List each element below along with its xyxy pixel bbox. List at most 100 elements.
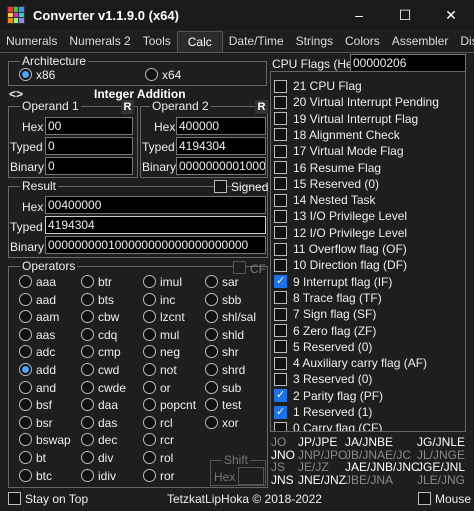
cpu-flag-row[interactable]: 20 Virtual Interrupt Pending xyxy=(274,94,456,110)
swap-operands-button[interactable]: <> xyxy=(9,87,23,101)
tab-assembler[interactable]: Assembler xyxy=(386,31,455,52)
operator-radio-aad[interactable] xyxy=(19,293,32,306)
cpu-flag-checkbox[interactable] xyxy=(274,388,287,403)
cpu-flag-checkbox[interactable] xyxy=(274,356,287,370)
operator-radio-rcr[interactable] xyxy=(143,433,156,446)
cpu-flag-checkbox[interactable] xyxy=(274,177,287,191)
cpu-flag-checkbox[interactable] xyxy=(274,161,287,174)
result-hex-field[interactable]: 00400000 xyxy=(45,196,266,214)
x86-radio[interactable] xyxy=(19,68,32,81)
cpu-flag-row[interactable]: 0 Carry flag (CF) xyxy=(274,420,456,431)
cpu-flag-row[interactable]: 15 Reserved (0) xyxy=(274,176,456,192)
x64-radio[interactable] xyxy=(145,68,158,81)
operator-radio-add[interactable] xyxy=(19,363,32,376)
shift-field[interactable] xyxy=(238,467,264,485)
cpu-flag-row[interactable]: 21 CPU Flag xyxy=(274,78,456,94)
operator-radio-inc[interactable] xyxy=(143,293,156,306)
operator-radio-bt[interactable] xyxy=(19,451,32,464)
operator-radio-lzcnt[interactable] xyxy=(143,310,156,323)
operator-radio-bsf[interactable] xyxy=(19,398,32,411)
operand-1-typed-field[interactable]: 0 xyxy=(45,137,133,155)
operator-radio-rcl[interactable] xyxy=(143,416,156,429)
tab-colors[interactable]: Colors xyxy=(339,31,386,52)
cpu-flag-checkbox[interactable] xyxy=(274,405,287,419)
operator-radio-cwd[interactable] xyxy=(81,363,94,376)
cpu-flag-row[interactable]: 1 Reserved (1) xyxy=(274,404,456,420)
cpu-flag-row[interactable]: 9 Interrupt flag (IF) xyxy=(274,274,456,290)
signed-checkbox[interactable] xyxy=(214,180,227,193)
result-binary-field[interactable]: 000000000100000000000000000000 xyxy=(45,236,266,254)
cpu-flag-checkbox[interactable] xyxy=(274,372,287,386)
cpu-flag-checkbox[interactable] xyxy=(274,242,287,256)
operator-radio-btr[interactable] xyxy=(81,275,94,288)
operator-radio-popcnt[interactable] xyxy=(143,398,156,411)
operator-radio-test[interactable] xyxy=(205,398,218,411)
cpu-flag-checkbox[interactable] xyxy=(274,340,287,354)
cpu-flag-checkbox[interactable] xyxy=(274,128,287,142)
operator-radio-dec[interactable] xyxy=(81,433,94,446)
operator-radio-rol[interactable] xyxy=(143,451,156,464)
operator-radio-shr[interactable] xyxy=(205,345,218,358)
operator-radio-bts[interactable] xyxy=(81,293,94,306)
operator-radio-ror[interactable] xyxy=(143,469,156,482)
operand-2-typed-field[interactable]: 4194304 xyxy=(176,137,266,155)
tab-numerals-2[interactable]: Numerals 2 xyxy=(63,31,136,52)
cpu-flag-row[interactable]: 17 Virtual Mode Flag xyxy=(274,143,456,159)
operand-2-hex-field[interactable]: 400000 xyxy=(176,117,266,135)
cpu-flag-checkbox[interactable] xyxy=(274,307,287,321)
operand-1-reset-button[interactable]: R xyxy=(121,100,134,114)
cpu-flag-row[interactable]: 19 Virtual Interrupt Flag xyxy=(274,111,456,127)
cpu-flag-row[interactable]: 13 I/O Privilege Level xyxy=(274,208,456,224)
operator-radio-sub[interactable] xyxy=(205,381,218,394)
operator-radio-btc[interactable] xyxy=(19,469,32,482)
operator-radio-das[interactable] xyxy=(81,416,94,429)
cpu-flag-checkbox[interactable] xyxy=(274,291,287,305)
cpu-flag-row[interactable]: 18 Alignment Check xyxy=(274,127,456,143)
mouse-checkbox[interactable] xyxy=(418,492,431,505)
cpu-flag-checkbox[interactable] xyxy=(274,79,287,93)
operator-radio-shl-sal[interactable] xyxy=(205,310,218,323)
operator-radio-sar[interactable] xyxy=(205,275,218,288)
operator-radio-cdq[interactable] xyxy=(81,328,94,341)
cpu-flag-row[interactable]: 3 Reserved (0) xyxy=(274,371,456,387)
operator-radio-xor[interactable] xyxy=(205,416,218,429)
operator-radio-neg[interactable] xyxy=(143,345,156,358)
cpu-flag-checkbox[interactable] xyxy=(274,95,287,109)
cpu-flag-row[interactable]: 7 Sign flag (SF) xyxy=(274,306,456,322)
tab-strings[interactable]: Strings xyxy=(290,31,339,52)
operator-radio-adc[interactable] xyxy=(19,345,32,358)
tab-calc[interactable]: Calc xyxy=(176,31,223,52)
cpu-flag-row[interactable]: 10 Direction flag (DF) xyxy=(274,257,456,273)
operator-radio-aaa[interactable] xyxy=(19,275,32,288)
operator-radio-imul[interactable] xyxy=(143,275,156,288)
cpu-flag-row[interactable]: 5 Reserved (0) xyxy=(274,339,456,355)
cpu-flag-row[interactable]: 6 Zero flag (ZF) xyxy=(274,323,456,339)
cpu-flags-hex-field[interactable]: 00000206 xyxy=(350,54,466,72)
operator-radio-shrd[interactable] xyxy=(205,363,218,376)
close-button[interactable]: ✕ xyxy=(428,0,474,30)
operand-2-binary-field[interactable]: 000000000100000 xyxy=(176,157,266,175)
tab-tools[interactable]: Tools xyxy=(137,31,177,52)
operand-2-reset-button[interactable]: R xyxy=(255,100,268,114)
cpu-flag-checkbox[interactable] xyxy=(274,193,287,207)
operator-radio-aam[interactable] xyxy=(19,310,32,323)
operator-radio-bsr[interactable] xyxy=(19,416,32,429)
cpu-flag-row[interactable]: 4 Auxiliary carry flag (AF) xyxy=(274,355,456,371)
operator-radio-and[interactable] xyxy=(19,381,32,394)
cpu-flag-row[interactable]: 12 I/O Privilege Level xyxy=(274,225,456,241)
cpu-flag-checkbox[interactable] xyxy=(274,144,287,158)
tab-numerals[interactable]: Numerals xyxy=(0,31,63,52)
tab-disassembler[interactable]: Disas xyxy=(454,31,474,52)
tab-date-time[interactable]: Date/Time xyxy=(223,31,290,52)
cpu-flag-checkbox[interactable] xyxy=(274,226,287,240)
cpu-flag-row[interactable]: 11 Overflow flag (OF) xyxy=(274,241,456,257)
operator-radio-shld[interactable] xyxy=(205,328,218,341)
operator-radio-idiv[interactable] xyxy=(81,469,94,482)
operator-radio-sbb[interactable] xyxy=(205,293,218,306)
cpu-flag-row[interactable]: 8 Trace flag (TF) xyxy=(274,290,456,306)
operator-radio-cbw[interactable] xyxy=(81,310,94,323)
cf-checkbox[interactable] xyxy=(233,261,246,274)
cpu-flag-row[interactable]: 2 Parity flag (PF) xyxy=(274,388,456,404)
operator-radio-mul[interactable] xyxy=(143,328,156,341)
cpu-flag-row[interactable]: 14 Nested Task xyxy=(274,192,456,208)
